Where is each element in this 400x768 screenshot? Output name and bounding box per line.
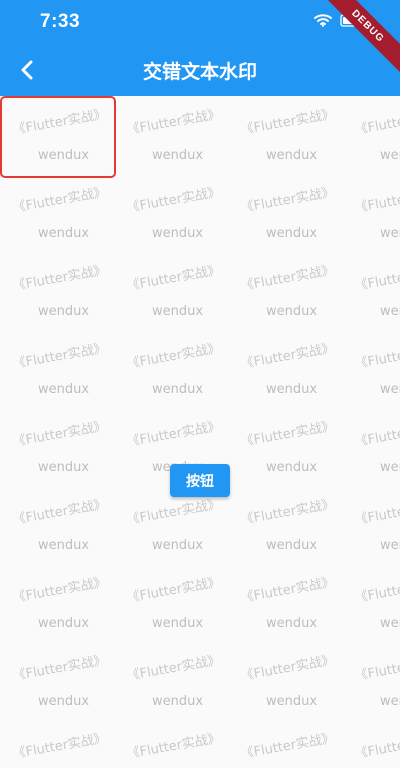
watermark-text: wendux [266,616,318,631]
watermark-text: 《Flutter实战》 [11,418,108,451]
watermark-content: 《Flutter实战》 wendux 《Flutter实战》 wendux 《Flutt… [0,96,400,768]
page-title: 交错文本水印 [142,60,257,83]
watermark-text: 《Flutter实战》 [353,730,400,763]
watermark-text: wendux [38,382,90,397]
watermark-text: 《Flutter实战》 [239,652,336,685]
status-time: 7:33 [40,11,81,32]
watermark-text: wendux [38,226,90,241]
watermark-text: wendux [38,538,90,553]
watermark-text: wendux [380,460,400,475]
watermark-text: wendux [152,382,204,397]
watermark-text: wendux [266,460,318,475]
watermark-text: 《Flutter实战》 [125,496,222,529]
watermark-text: 《Flutter实战》 [353,418,400,451]
wifi-icon [314,14,332,27]
watermark-text: 《Flutter实战》 [239,730,336,763]
watermark-text: 《Flutter实战》 [239,262,336,295]
watermark-text: 《Flutter实战》 [125,340,222,373]
watermark-text: wendux [152,226,204,241]
watermark-text: 《Flutter实战》 [353,340,400,373]
watermark-text: 《Flutter实战》 [239,106,336,139]
watermark-text: wendux [38,694,90,709]
watermark-text: 《Flutter实战》 [353,262,400,295]
watermark-text: 《Flutter实战》 [125,418,222,451]
watermark-text: 《Flutter实战》 [353,496,400,529]
watermark-text: 《Flutter实战》 [353,574,400,607]
watermark-text: wendux [38,460,90,475]
watermark-text: 《Flutter实战》 [239,340,336,373]
watermark-text: wendux [38,616,90,631]
watermark-text: 《Flutter实战》 [239,574,336,607]
action-button[interactable]: 按钮 [170,464,230,497]
watermark-text: wendux [380,148,400,163]
watermark-text: 《Flutter实战》 [239,184,336,217]
watermark-text: wendux [380,616,400,631]
watermark-text: wendux [152,538,204,553]
watermark-text: 《Flutter实战》 [125,574,222,607]
watermark-text: wendux [380,304,400,319]
watermark-text: 《Flutter实战》 [11,652,108,685]
watermark-text: wendux [38,304,90,319]
watermark-text: wendux [266,226,318,241]
watermark-text: 《Flutter实战》 [125,106,222,139]
status-bar: 7:33 DEBUG [0,0,400,76]
watermark-text: wendux [266,304,318,319]
phone-screen: 7:33 DEBUG 交错文本水印 《Flutter实战》 wendux 《Fl… [0,0,400,768]
watermark-text: 《Flutter实战》 [11,730,108,763]
watermark-text: wendux [152,694,204,709]
watermark-text: 《Flutter实战》 [125,184,222,217]
watermark-text: 《Flutter实战》 [239,496,336,529]
watermark-text: wendux [152,304,204,319]
watermark-text: wendux [380,694,400,709]
watermark-text: 《Flutter实战》 [353,184,400,217]
watermark-text: 《Flutter实战》 [11,262,108,295]
watermark-text: 《Flutter实战》 [11,496,108,529]
watermark-text: wendux [380,382,400,397]
watermark-text: wendux [266,538,318,553]
watermark-text: wendux [380,226,400,241]
watermark-text: 《Flutter实战》 [11,574,108,607]
watermark-text: 《Flutter实战》 [125,730,222,763]
watermark-text: 《Flutter实战》 [125,262,222,295]
app-bar: 交错文本水印 [0,44,400,96]
watermark-text: 《Flutter实战》 [353,652,400,685]
watermark-layer: 《Flutter实战》 wendux 《Flutter实战》 wendux 《Flutt… [0,96,400,768]
watermark-text: 《Flutter实战》 [11,340,108,373]
watermark-text: 《Flutter实战》 [353,106,400,139]
watermark-text: 《Flutter实战》 [11,184,108,217]
app-header: 7:33 DEBUG 交错文本水印 [0,0,400,96]
watermark-text: wendux [152,148,204,163]
watermark-text: wendux [380,538,400,553]
watermark-text: wendux [266,382,318,397]
chevron-left-icon [21,60,33,80]
watermark-text: wendux [266,148,318,163]
watermark-text: wendux [266,694,318,709]
back-button[interactable] [8,52,48,88]
watermark-text: 《Flutter实战》 [239,418,336,451]
highlight-box [0,96,116,178]
watermark-text: wendux [152,616,204,631]
watermark-text: 《Flutter实战》 [125,652,222,685]
